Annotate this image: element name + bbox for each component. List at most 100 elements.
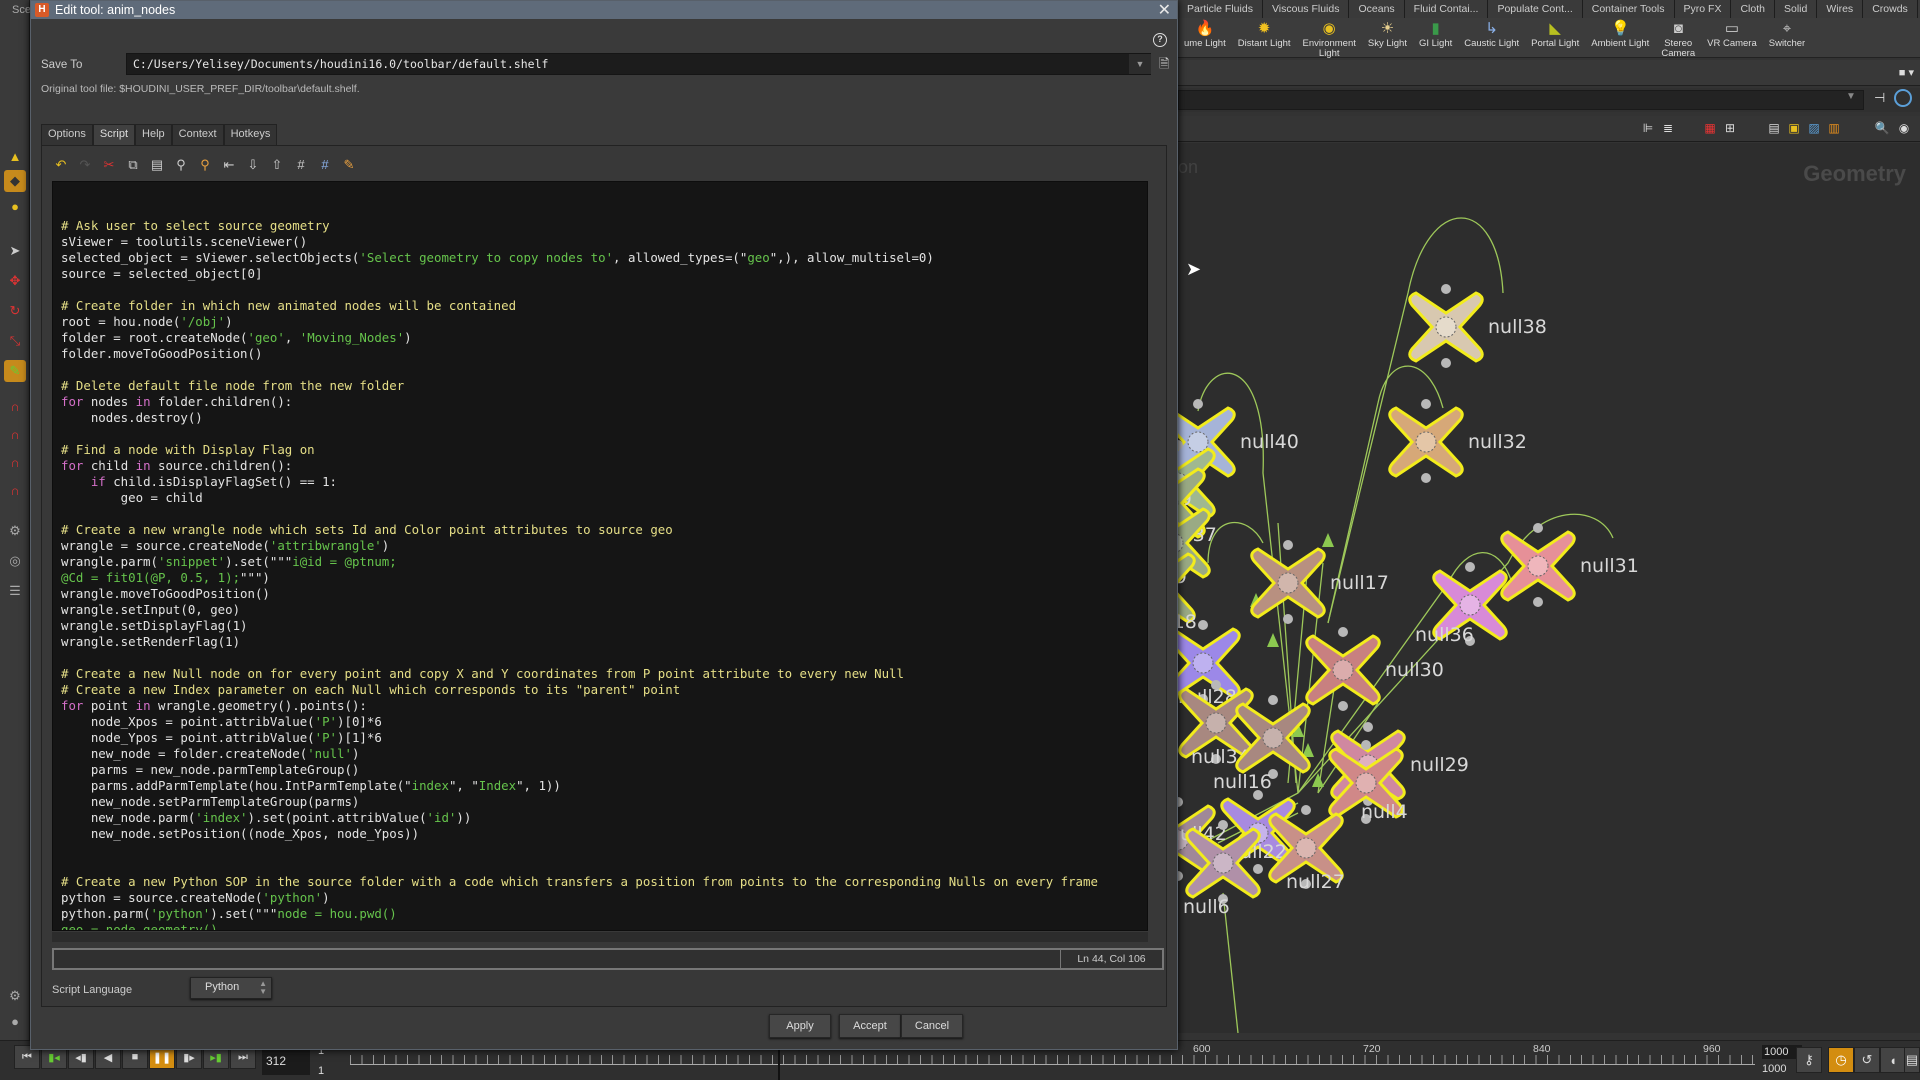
key-button[interactable]: ⚷ [1796, 1047, 1822, 1073]
accept-button[interactable]: Accept [839, 1014, 901, 1038]
color-palette-icon[interactable]: ▦ [1702, 120, 1718, 136]
network-view[interactable]: on Geometry null38null40null32null39null… [1178, 143, 1920, 1033]
package-icon[interactable]: ▥ [1826, 120, 1842, 136]
find-icon[interactable]: ⚲ [172, 156, 190, 174]
node-input-port[interactable] [1363, 722, 1373, 732]
shelf-tab[interactable]: Crowds [1863, 0, 1918, 18]
shelf-tab[interactable]: Particle Fluids [1178, 0, 1263, 18]
editor-status-bar[interactable]: Ln 44, Col 106 [52, 948, 1164, 970]
script-code-editor[interactable]: # Ask user to select source geometry sVie… [52, 181, 1148, 931]
close-icon[interactable]: ✕ [1158, 0, 1171, 20]
comment-icon[interactable]: # [292, 156, 310, 174]
grid-icon[interactable]: ⊞ [1722, 120, 1738, 136]
find-replace-icon[interactable]: ⚲ [196, 156, 214, 174]
node-output-port[interactable] [1253, 864, 1263, 874]
shelf-tool-ambient-light[interactable]: 💡 Ambient Light [1585, 18, 1655, 49]
display-options-icon[interactable]: ⚙ [4, 985, 26, 1007]
redo-icon[interactable]: ↷ [76, 156, 94, 174]
camera-icon[interactable]: ● [4, 1010, 26, 1032]
list-view-icon[interactable]: ≣ [1660, 120, 1676, 136]
edit-external-icon[interactable]: ✎ [340, 156, 358, 174]
geo-icon[interactable]: ▲ [4, 145, 26, 167]
tab-options[interactable]: Options [41, 124, 93, 145]
node-null31[interactable]: null31 [1500, 523, 1639, 607]
current-frame-field[interactable]: 312 [262, 1049, 310, 1075]
shelf-tab[interactable]: Viscous Fluids [1262, 0, 1350, 18]
copy-icon[interactable]: ⧉ [124, 156, 142, 174]
active-pose-icon[interactable]: ✎ [4, 360, 26, 382]
network-box-icon[interactable]: ▤ [1766, 120, 1782, 136]
node-input-port[interactable] [1178, 797, 1183, 807]
scene-view-tab-label[interactable]: Sce [12, 4, 31, 16]
save-to-field[interactable]: C:/Users/Yelisey/Documents/houdini16.0/t… [126, 53, 1151, 75]
cut-icon[interactable]: ✂ [100, 156, 118, 174]
pane-menu-button[interactable]: ■ ▾ [1899, 66, 1914, 79]
node-output-port[interactable] [1338, 701, 1348, 711]
save-to-dropdown-icon[interactable]: ▼ [1129, 54, 1151, 74]
shelf-tab[interactable]: Populate Cont... [1488, 0, 1583, 18]
visibility-icon[interactable]: ◉ [1896, 120, 1912, 136]
node-null38[interactable]: null38 [1408, 284, 1547, 368]
undo-icon[interactable]: ↶ [52, 156, 70, 174]
shelf-tab[interactable]: Container Tools [1582, 0, 1675, 18]
magnet-icon-4[interactable]: ∩ [4, 479, 26, 501]
node-input-port[interactable] [1253, 790, 1263, 800]
dialog-titlebar[interactable]: H Edit tool: anim_nodes ✕ [31, 1, 1177, 19]
shelf-tool-volume-light[interactable]: 🔥 ume Light [1178, 18, 1232, 49]
realtime-button[interactable]: ◷ [1828, 1047, 1854, 1073]
shelf-tool-sky-light[interactable]: ☀ Sky Light [1362, 18, 1413, 49]
code-horizontal-scrollbar[interactable] [52, 932, 1148, 942]
select-arrow-icon[interactable]: ➤ [4, 240, 26, 262]
node-null36[interactable]: null36 [1415, 562, 1508, 646]
timeline-ruler[interactable] [350, 1055, 1755, 1065]
shelf-tool-stereo-camera[interactable]: ◙ Stereo Camera [1655, 18, 1701, 59]
paste-icon[interactable]: ▤ [148, 156, 166, 174]
tab-hotkeys[interactable]: Hotkeys [223, 124, 278, 145]
node-input-port[interactable] [1198, 620, 1208, 630]
shelf-tab[interactable]: Pyro FX [1674, 0, 1732, 18]
help-icon[interactable]: ? [1153, 33, 1167, 47]
shelf-tool-environment-light[interactable]: ◉ Environment Light [1297, 18, 1362, 59]
node-input-port[interactable] [1338, 627, 1348, 637]
link-icon[interactable] [1894, 89, 1912, 107]
magnet-icon-2[interactable]: ∩ [4, 423, 26, 445]
node-input-port[interactable] [1533, 523, 1543, 533]
node-input-port[interactable] [1211, 680, 1221, 690]
node-input-port[interactable] [1421, 399, 1431, 409]
shelf-tab[interactable]: Wires [1817, 0, 1864, 18]
sticky-note-icon[interactable]: ▣ [1786, 120, 1802, 136]
tree-view-icon[interactable]: ⊫ [1640, 120, 1656, 136]
bookmark-next-icon[interactable]: ⇩ [244, 156, 262, 174]
node-output-port[interactable] [1421, 473, 1431, 483]
shelf-tab[interactable]: Fluid Contai... [1404, 0, 1489, 18]
uncomment-icon[interactable]: # [316, 156, 334, 174]
sphere-icon[interactable]: ● [4, 195, 26, 217]
shelf-tab[interactable]: Solid [1774, 0, 1818, 18]
rotate-icon[interactable]: ↻ [4, 300, 26, 322]
node-output-port[interactable] [1441, 358, 1451, 368]
node-input-port[interactable] [1361, 740, 1371, 750]
node-input-port[interactable] [1283, 540, 1293, 550]
loop-button[interactable]: ↺ [1854, 1047, 1880, 1073]
node-output-port[interactable] [1283, 614, 1293, 624]
range-start-field-2[interactable]: 1 [318, 1065, 324, 1077]
node-input-port[interactable] [1268, 695, 1278, 705]
snap-icon[interactable]: ⚙ [4, 520, 26, 542]
node-input-port[interactable] [1193, 399, 1203, 409]
node-input-port[interactable] [1218, 820, 1228, 830]
cancel-button[interactable]: Cancel [901, 1014, 963, 1038]
magnet-icon-1[interactable]: ∩ [4, 395, 26, 417]
shelf-tool-distant-light[interactable]: ✹ Distant Light [1232, 18, 1297, 49]
shelf-tool-vr-camera[interactable]: ▭ VR Camera [1701, 18, 1763, 49]
node-output-port[interactable] [1178, 871, 1183, 881]
node-input-port[interactable] [1441, 284, 1451, 294]
file-browse-icon[interactable]: 🗎 [1159, 55, 1169, 77]
node-input-port[interactable] [1301, 805, 1311, 815]
node-null32[interactable]: null32 [1388, 399, 1527, 483]
audio-button[interactable]: ◖ [1880, 1047, 1906, 1073]
pin-icon[interactable]: ⊣ [1874, 90, 1885, 106]
node-output-port[interactable] [1533, 597, 1543, 607]
background-image-icon[interactable]: ▨ [1806, 120, 1822, 136]
tab-context[interactable]: Context [171, 124, 224, 145]
tab-script[interactable]: Script [92, 124, 136, 145]
